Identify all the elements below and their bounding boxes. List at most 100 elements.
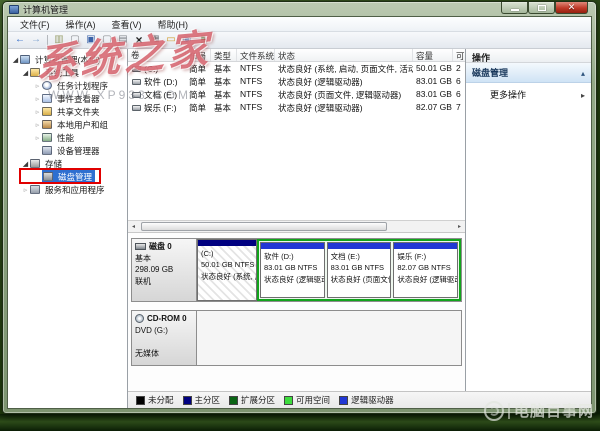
back-icon[interactable] <box>12 33 28 48</box>
tree-item-computer-management[interactable]: 计算机管理(本地) <box>8 53 127 66</box>
collapse-up-icon[interactable] <box>581 68 585 78</box>
tree-item-device-manager[interactable]: 设备管理器 <box>8 144 127 157</box>
collapse-arrow-icon[interactable] <box>33 121 42 129</box>
partition-f[interactable]: 娱乐 (F:) 82.07 GB NTFS 状态良好 (逻辑驱动 <box>393 242 458 298</box>
cell-type: 基本 <box>211 101 237 114</box>
cell-layout: 简单 <box>186 75 211 88</box>
computer-icon <box>20 55 30 64</box>
column-header-free[interactable]: 可 <box>453 49 465 61</box>
partition-e[interactable]: 文档 (E:) 83.01 GB NTFS 状态良好 (页面文件 <box>327 242 392 298</box>
actions-group-label: 磁盘管理 <box>472 66 508 79</box>
delete-icon[interactable] <box>131 33 147 48</box>
tree-item-task-scheduler[interactable]: 任务计划程序 <box>8 79 127 92</box>
cell-volume: (C:) <box>128 62 186 75</box>
scrollbar-track[interactable] <box>139 221 454 232</box>
scrollbar-thumb[interactable] <box>141 222 387 231</box>
legend-label: 扩展分区 <box>241 394 275 406</box>
selected-tree-item[interactable]: 磁盘管理 <box>42 170 95 183</box>
main-area: 计算机管理(本地) 系统工具 任务计划程序 <box>8 49 591 408</box>
actions-header: 操作 <box>466 49 591 63</box>
cell-type: 基本 <box>211 88 237 101</box>
forward-icon[interactable] <box>28 33 44 48</box>
column-header-filesystem[interactable]: 文件系统 <box>237 49 275 61</box>
volume-row-f[interactable]: 娱乐 (F:) 简单 基本 NTFS 状态良好 (逻辑驱动器) 82.07 GB… <box>128 101 465 114</box>
tree-item-storage[interactable]: 存储 <box>8 157 127 170</box>
open-folder-icon[interactable] <box>163 33 179 48</box>
close-button[interactable]: ✕ <box>555 2 588 14</box>
maximize-icon <box>538 5 546 11</box>
horizontal-scrollbar[interactable]: ◂ ▸ <box>128 221 465 233</box>
expand-arrow-icon[interactable] <box>11 56 20 64</box>
legend-label: 未分配 <box>148 394 174 406</box>
expand-arrow-icon[interactable] <box>21 160 30 168</box>
help-book-icon[interactable] <box>195 33 211 48</box>
desktop: 计算机管理 ✕ 文件(F) 操作(A) 查看(V) 帮助(H) <box>0 0 600 431</box>
tree-item-event-viewer[interactable]: 事件查看器 <box>8 92 127 105</box>
collapse-arrow-icon[interactable] <box>21 186 30 194</box>
legend-label: 主分区 <box>195 394 221 406</box>
export-list-icon[interactable] <box>115 33 131 48</box>
properties-icon[interactable] <box>147 33 163 48</box>
column-header-capacity[interactable]: 容量 <box>413 49 453 61</box>
cell-status: 状态良好 (逻辑驱动器) <box>275 75 413 88</box>
volume-row-c[interactable]: (C:) 简单 基本 NTFS 状态良好 (系统, 启动, 页面文件, 活动, … <box>128 62 465 75</box>
scroll-left-icon[interactable]: ◂ <box>128 221 139 232</box>
minimize-icon <box>511 9 519 11</box>
menu-view[interactable]: 查看(V) <box>104 17 150 32</box>
maximize-button[interactable] <box>528 2 555 14</box>
help-window-icon[interactable] <box>83 33 99 48</box>
tree-item-label: 本地用户和组 <box>55 119 110 131</box>
minimize-button[interactable] <box>501 2 528 14</box>
column-header-layout[interactable]: 布局 <box>186 49 211 61</box>
tree-item-disk-management[interactable]: 磁盘管理 <box>8 170 127 183</box>
expand-arrow-icon[interactable] <box>21 69 30 77</box>
disk0-header[interactable]: 磁盘 0 基本 298.09 GB 联机 <box>131 238 197 302</box>
window-pane-icon[interactable] <box>67 33 83 48</box>
legend-swatch <box>136 396 145 405</box>
submenu-arrow-icon[interactable] <box>581 90 585 100</box>
tree-item-performance[interactable]: 性能 <box>8 131 127 144</box>
disk-management-pane: 卷 布局 类型 文件系统 状态 容量 可 (C:) <box>128 49 465 391</box>
column-header-type[interactable]: 类型 <box>211 49 237 61</box>
console-tree-icon[interactable] <box>51 33 67 48</box>
cell-layout: 简单 <box>186 62 211 75</box>
collapse-arrow-icon[interactable] <box>33 108 42 116</box>
actions-group-disk-management[interactable]: 磁盘管理 <box>466 63 591 83</box>
storage-icon <box>30 159 40 168</box>
partition-name: 软件 (D:) <box>264 251 321 262</box>
titlebar[interactable]: 计算机管理 ✕ <box>3 2 596 16</box>
partition-status: 状态良好 (系统, 启 <box>201 271 253 282</box>
partition-size: 50.01 GB NTFS <box>201 259 253 270</box>
cdrom0-state: 无媒体 <box>135 348 193 360</box>
menu-help[interactable]: 帮助(H) <box>150 17 197 32</box>
more-actions-item[interactable]: 更多操作 <box>466 83 591 106</box>
cell-status: 状态良好 (页面文件, 逻辑驱动器) <box>275 88 413 101</box>
volume-row-d[interactable]: 软件 (D:) 简单 基本 NTFS 状态良好 (逻辑驱动器) 83.01 GB… <box>128 75 465 88</box>
column-header-status[interactable]: 状态 <box>275 49 413 61</box>
tree-item-label: 任务计划程序 <box>55 80 110 92</box>
cdrom0-body[interactable] <box>197 310 462 366</box>
tree-item-local-users-groups[interactable]: 本地用户和组 <box>8 118 127 131</box>
cdrom0-header[interactable]: CD-ROM 0 DVD (G:) 无媒体 <box>131 310 197 366</box>
partition-d[interactable]: 软件 (D:) 83.01 GB NTFS 状态良好 (逻辑驱动 <box>260 242 325 298</box>
event-viewer-icon <box>42 94 52 103</box>
menu-action[interactable]: 操作(A) <box>58 17 104 32</box>
menu-file[interactable]: 文件(F) <box>12 17 58 32</box>
disk-management-icon <box>43 172 53 181</box>
partition-c[interactable]: (C:) 50.01 GB NTFS 状态良好 (系统, 启 <box>197 239 257 301</box>
volume-row-e[interactable]: 文档 (E:) 简单 基本 NTFS 状态良好 (页面文件, 逻辑驱动器) 83… <box>128 88 465 101</box>
tree-item-shared-folders[interactable]: 共享文件夹 <box>8 105 127 118</box>
menu-bar: 文件(F) 操作(A) 查看(V) 帮助(H) <box>8 17 591 32</box>
search-icon[interactable] <box>179 33 195 48</box>
scroll-right-icon[interactable]: ▸ <box>454 221 465 232</box>
disk0-type: 基本 <box>135 253 193 265</box>
collapse-arrow-icon[interactable] <box>33 95 42 103</box>
column-header-volume[interactable]: 卷 <box>128 49 186 61</box>
tree-item-services-applications[interactable]: 服务和应用程序 <box>8 183 127 196</box>
legend-label: 可用空间 <box>296 394 330 406</box>
collapse-arrow-icon[interactable] <box>33 82 42 90</box>
cell-filesystem: NTFS <box>237 101 275 114</box>
tree-item-system-tools[interactable]: 系统工具 <box>8 66 127 79</box>
collapse-arrow-icon[interactable] <box>33 134 42 142</box>
window-pane-2-icon[interactable] <box>99 33 115 48</box>
